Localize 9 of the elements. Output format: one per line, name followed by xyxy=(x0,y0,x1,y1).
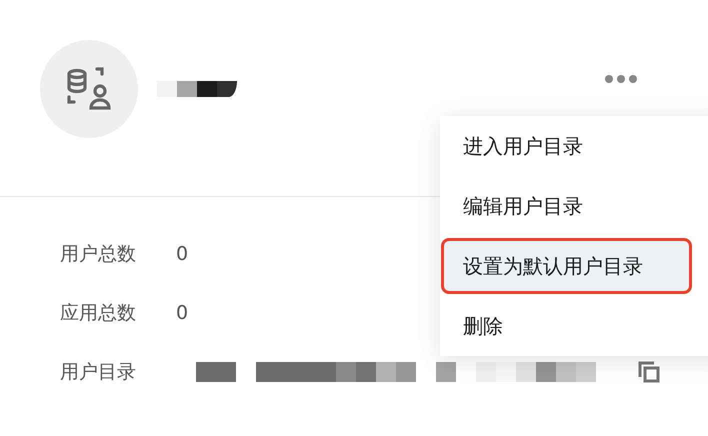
stat-label: 应用总数 xyxy=(60,301,137,326)
stat-label: 用户总数 xyxy=(60,242,137,267)
stat-value: 0 xyxy=(176,243,188,265)
menu-item[interactable]: 进入用户目录 xyxy=(441,118,692,174)
directory-label: 用户目录 xyxy=(60,360,137,385)
stat-value: 0 xyxy=(176,302,188,324)
menu-item[interactable]: 编辑用户目录 xyxy=(441,178,692,234)
menu-item[interactable]: 删除 xyxy=(441,298,692,354)
menu-item[interactable]: 设置为默认用户目录 xyxy=(441,238,692,294)
